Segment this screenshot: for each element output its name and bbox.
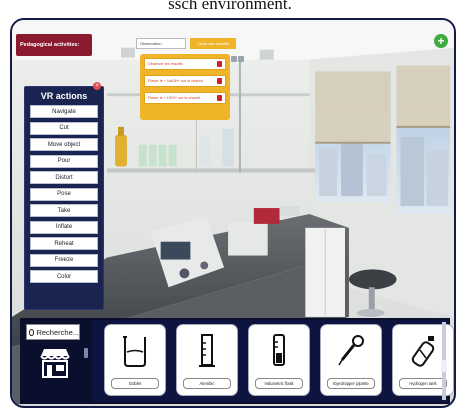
catalog-scrollbar-thumb[interactable] [441, 360, 447, 372]
activity-item[interactable]: Placer le + H2O+ sur le chariot [144, 92, 226, 104]
catalog-item-label: Volumetric flask [255, 378, 303, 389]
activity-input[interactable]: Observation [136, 38, 186, 49]
catalog-item-label: Eyedropper pipette [327, 378, 375, 389]
vr-action-navigate[interactable]: Navigate [30, 105, 98, 118]
vr-action-color[interactable]: Color [30, 270, 98, 283]
trash-icon[interactable] [217, 61, 222, 67]
pipette-icon [338, 335, 364, 366]
panel-minimize-icon[interactable] [238, 56, 244, 62]
vr-action-pose[interactable]: Pose [30, 187, 98, 201]
vr-action-move-object[interactable]: Move object [30, 138, 98, 151]
activity-item[interactable]: Placer le + NaOH+ sur le chariot [144, 75, 226, 87]
vr-action-reheat[interactable]: Reheat [30, 237, 98, 250]
choose-reagents-button[interactable]: Choix des réactifs [190, 38, 236, 49]
catalog-item-eyedropper-pipette[interactable]: Eyedropper pipette [320, 324, 382, 396]
activity-item-label: Observer les réactifs [148, 62, 183, 66]
app-frame: Pedagogical activities: Observation Choi… [10, 18, 456, 408]
catalog-item-label: Goblet [111, 378, 159, 389]
vr-action-pour[interactable]: Pour [30, 154, 98, 168]
vr-actions-panel: × VR actions Navigate Cut Move object Po… [24, 82, 104, 310]
catalog-item-volumetric-flask[interactable]: Volumetric flask [248, 324, 310, 396]
volumetric-flask-icon [273, 334, 285, 366]
search-icon [29, 328, 35, 336]
close-icon[interactable]: × [93, 82, 101, 90]
catalog-item-label: Alembic [183, 378, 231, 389]
catalog-item-label: Hydrogen tank [399, 378, 447, 389]
vr-action-freeze[interactable]: Freeze [30, 253, 98, 267]
vr-action-take[interactable]: Take [30, 204, 98, 217]
catalog-bar: Recherche... Goblet Alembic Volumetric f… [20, 318, 454, 404]
vr-actions-title: VR actions [40, 91, 88, 101]
catalog-item-alembic[interactable]: Alembic [176, 324, 238, 396]
panel-settings-icon[interactable] [231, 56, 237, 62]
catalog-items: Goblet Alembic Volumetric flask Eyedropp… [92, 320, 454, 402]
beaker-icon [123, 336, 146, 367]
activity-item-label: Placer le + H2O+ sur le chariot [148, 96, 200, 100]
activity-item-label: Placer le + NaOH+ sur le chariot [148, 79, 203, 83]
pedagogical-activities-label: Pedagogical activities: [16, 34, 92, 56]
gas-tank-icon [411, 336, 435, 367]
collapse-handle[interactable] [84, 348, 88, 358]
trash-icon[interactable] [217, 95, 222, 101]
add-activity-button[interactable]: + [434, 34, 448, 48]
vr-action-cut[interactable]: Cut [30, 121, 98, 135]
store-icon[interactable] [38, 346, 72, 380]
search-placeholder: Recherche... [36, 327, 79, 337]
image-caption: ssch environment. [168, 0, 292, 13]
vr-action-distort[interactable]: Distort [30, 171, 98, 184]
search-input[interactable]: Recherche... [26, 324, 80, 340]
catalog-item-goblet[interactable]: Goblet [104, 324, 166, 396]
trash-icon[interactable] [217, 78, 222, 84]
graduated-cylinder-icon [199, 334, 215, 367]
activity-item[interactable]: Observer les réactifs [144, 58, 226, 70]
activities-list: Observer les réactifs Placer le + NaOH+ … [140, 54, 230, 120]
vr-action-inflate[interactable]: Inflate [30, 220, 98, 234]
